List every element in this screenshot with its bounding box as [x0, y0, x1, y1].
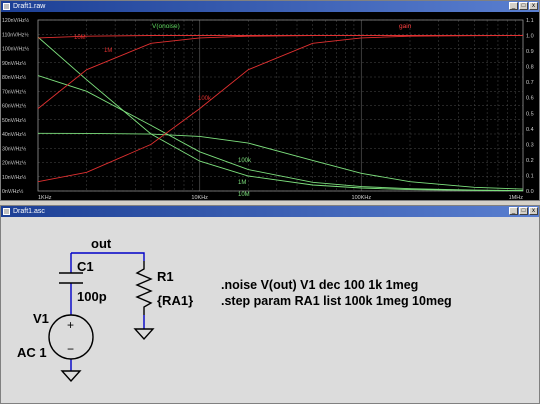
x-tick-label: 10KHz [191, 195, 208, 200]
schematic-window: Draft1.asc _ □ x + − out C1 100p R1 {RA1… [0, 205, 540, 404]
right-tick-label: 0.5 [526, 111, 534, 117]
right-tick-label: 0.1 [526, 173, 534, 179]
left-tick-label: 20nV/Hz½ [2, 160, 27, 167]
left-tick-label: 0nV/Hz½ [2, 188, 24, 195]
left-tick-label: 40nV/Hz½ [2, 131, 27, 138]
gain-curve-label-1m: 1M [104, 48, 112, 54]
right-tick-label: 0.4 [526, 127, 534, 133]
gain-curve-label-10m: 10M [74, 35, 86, 41]
right-tick-label: 1.0 [526, 34, 534, 40]
noise-curve-label-10m: 10M [238, 192, 250, 198]
r1-value-label[interactable]: {RA1} [157, 293, 193, 308]
waveform-app-icon [3, 3, 10, 10]
v1-minus-sign: − [67, 342, 74, 356]
right-tick-label: 0.2 [526, 158, 534, 164]
maximize-button[interactable]: □ [519, 2, 528, 10]
right-tick-label: 0.9 [526, 49, 534, 55]
schematic-titlebar[interactable]: Draft1.asc _ □ x [1, 206, 539, 217]
trace-label-noise[interactable]: V(onoise) [152, 23, 180, 30]
net-label-out[interactable]: out [91, 236, 112, 251]
x-tick-label: 1KHz [38, 195, 52, 200]
left-tick-label: 70nV/Hz½ [2, 88, 27, 95]
c1-value-label[interactable]: 100p [77, 289, 107, 304]
v1-name-label[interactable]: V1 [33, 311, 49, 326]
left-tick-label: 120nV/Hz½ [2, 17, 30, 24]
trace-label-gain[interactable]: gain [399, 23, 412, 30]
left-tick-label: 50nV/Hz½ [2, 117, 27, 124]
noise-curve-label-100k: 100k [238, 158, 252, 164]
right-tick-label: 0.0 [526, 189, 534, 195]
close-button[interactable]: x [529, 207, 538, 215]
schematic-background [1, 217, 539, 403]
waveform-window: Draft1.raw _ □ x 120nV/Hz½ 110nV/Hz½ 100nV… [0, 0, 540, 201]
schematic-canvas[interactable]: + − out C1 100p R1 {RA1} V1 AC 1 .noise … [1, 217, 539, 403]
left-tick-label: 100nV/Hz½ [2, 46, 30, 53]
schematic-window-title: Draft1.asc [13, 208, 45, 215]
x-tick-label: 100KHz [352, 195, 372, 200]
r1-name-label[interactable]: R1 [157, 269, 174, 284]
left-tick-label: 10nV/Hz½ [2, 174, 27, 181]
minimize-button[interactable]: _ [509, 2, 518, 10]
right-tick-label: 0.6 [526, 96, 534, 102]
left-tick-label: 90nV/Hz½ [2, 60, 27, 67]
minimize-button[interactable]: _ [509, 207, 518, 215]
right-tick-label: 0.8 [526, 65, 534, 71]
gain-curve-label-100k: 100k [198, 96, 212, 102]
c1-name-label[interactable]: C1 [77, 259, 94, 274]
v1-value-label[interactable]: AC 1 [17, 345, 47, 360]
right-tick-label: 0.7 [526, 80, 534, 86]
right-tick-label: 0.3 [526, 142, 534, 148]
spice-directive-noise[interactable]: .noise V(out) V1 dec 100 1k 1meg [221, 278, 418, 292]
waveform-titlebar[interactable]: Draft1.raw _ □ x [1, 1, 539, 12]
noise-curve-label-1m: 1M [238, 180, 246, 186]
noise-plot[interactable]: 120nV/Hz½ 110nV/Hz½ 100nV/Hz½ 90nV/Hz½ 80nV/… [1, 12, 539, 200]
left-tick-label: 110nV/Hz½ [2, 31, 29, 38]
left-tick-label: 30nV/Hz½ [2, 145, 27, 152]
spice-directive-step[interactable]: .step param RA1 list 100k 1meg 10meg [221, 294, 452, 308]
x-tick-label: 1MHz [509, 195, 524, 200]
left-tick-label: 60nV/Hz½ [2, 103, 27, 110]
maximize-button[interactable]: □ [519, 207, 528, 215]
schematic-app-icon [3, 208, 10, 215]
close-button[interactable]: x [529, 2, 538, 10]
right-tick-label: 1.1 [526, 18, 534, 24]
v1-plus-sign: + [67, 318, 74, 332]
left-tick-label: 80nV/Hz½ [2, 74, 27, 81]
waveform-window-title: Draft1.raw [13, 3, 46, 10]
